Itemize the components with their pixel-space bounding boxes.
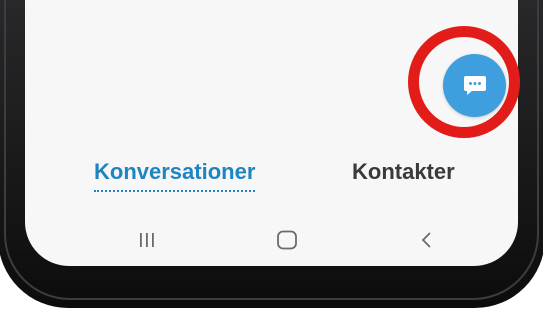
back-icon	[421, 232, 431, 248]
chat-bubble-icon	[463, 75, 486, 95]
recent-apps-button[interactable]	[132, 226, 162, 254]
tab-konversationer[interactable]: Konversationer	[94, 159, 256, 192]
recent-apps-icon	[140, 233, 154, 247]
back-button[interactable]	[412, 226, 442, 254]
home-icon	[277, 230, 297, 250]
new-message-button[interactable]	[443, 54, 506, 117]
tab-kontakter[interactable]: Kontakter	[352, 159, 455, 185]
home-button[interactable]	[272, 226, 302, 254]
